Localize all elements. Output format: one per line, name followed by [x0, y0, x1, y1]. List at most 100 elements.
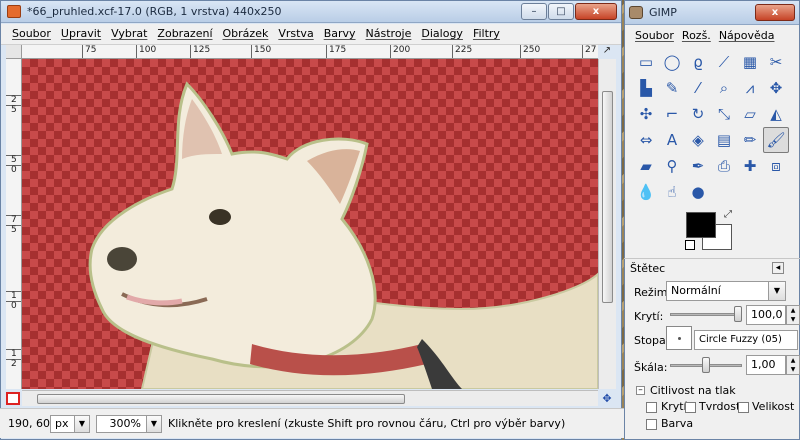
minimize-button[interactable]: –	[521, 3, 547, 20]
fuzzy-select-icon[interactable]: ⟋	[711, 49, 737, 75]
vertical-scrollbar[interactable]	[598, 59, 616, 389]
blend-icon[interactable]: ▤	[711, 127, 737, 153]
clone-icon[interactable]: ⎙	[711, 153, 737, 179]
menu-filtry[interactable]: Filtry	[468, 24, 505, 44]
pressure-color-checkbox[interactable]	[646, 419, 657, 430]
eraser-icon[interactable]: ▰	[633, 153, 659, 179]
menu-barvy[interactable]: Barvy	[319, 24, 361, 44]
ruler-corner[interactable]	[6, 45, 22, 59]
color-picker-icon[interactable]: ⁄	[685, 75, 711, 101]
move-icon[interactable]: ✥	[763, 75, 789, 101]
status-message: Klikněte pro kreslení (zkuste Shift pro …	[168, 417, 566, 430]
maximize-button[interactable]: □	[548, 3, 574, 20]
mode-select[interactable]: Normální ▼	[666, 281, 786, 301]
menu-obrazek[interactable]: Obrázek	[218, 24, 274, 44]
menu-soubor[interactable]: Soubor	[7, 24, 56, 44]
default-colors-icon[interactable]	[685, 240, 695, 250]
horizontal-ruler[interactable]: 75 100 125 150 175 200 225 250 27	[22, 45, 598, 59]
perspective-icon[interactable]: ◭	[763, 101, 789, 127]
horizontal-scroll-thumb[interactable]	[37, 394, 405, 404]
brush-preview[interactable]	[666, 326, 692, 350]
paths-icon[interactable]: ✎	[659, 75, 685, 101]
crop-icon[interactable]: ⌐	[659, 101, 685, 127]
pressure-opacity-label: Krytí	[661, 400, 687, 413]
zoom-icon[interactable]: ⌕	[711, 75, 737, 101]
pressure-hardness-checkbox[interactable]	[685, 402, 696, 413]
pressure-opacity-checkbox[interactable]	[646, 402, 657, 413]
shear-icon[interactable]: ▱	[737, 101, 763, 127]
opacity-slider-knob[interactable]	[734, 306, 742, 322]
smudge-icon[interactable]: ☝	[659, 179, 685, 205]
image-window-titlebar[interactable]: *66_pruhled.xcf-17.0 (RGB, 1 vrstva) 440…	[1, 1, 621, 23]
image-canvas[interactable]	[22, 59, 598, 389]
pressure-size-checkbox[interactable]	[738, 402, 749, 413]
toolbox-menu-soubor[interactable]: Soubor	[631, 26, 678, 46]
scale-slider-knob[interactable]	[702, 357, 710, 373]
toolbox-close-button[interactable]: x	[755, 4, 795, 21]
opacity-slider[interactable]	[670, 313, 742, 316]
menu-zobrazeni[interactable]: Zobrazení	[152, 24, 217, 44]
menu-vrstva[interactable]: Vrstva	[273, 24, 318, 44]
menu-nastroje[interactable]: Nástroje	[361, 24, 417, 44]
vertical-scroll-thumb[interactable]	[602, 91, 613, 303]
toolbox-menu-rozs[interactable]: Rozš.	[678, 26, 715, 46]
scale-spinner[interactable]: ▲ ▼	[786, 355, 800, 375]
pressure-color-label: Barva	[661, 417, 694, 430]
select-by-color-icon[interactable]: ▦	[737, 49, 763, 75]
paintbrush-icon[interactable]: 🖌	[763, 127, 789, 153]
flip-icon[interactable]: ⇔	[633, 127, 659, 153]
toolbox-titlebar[interactable]: GIMP x	[625, 1, 799, 25]
vertical-ruler[interactable]: 2 5 5 0 7 5 1 0 1 2	[6, 59, 22, 389]
ruler-tick: 1	[6, 349, 21, 359]
scale-icon[interactable]: ⤡	[711, 101, 737, 127]
navigate-move-icon[interactable]: ✥	[600, 392, 614, 406]
lasso-icon[interactable]: ϱ	[685, 49, 711, 75]
opacity-input[interactable]: 100,0	[746, 305, 786, 325]
quick-mask-toggle[interactable]	[6, 392, 20, 405]
heal-icon[interactable]: ✚	[737, 153, 763, 179]
menu-upravit[interactable]: Upravit	[56, 24, 106, 44]
pencil-icon[interactable]: ✏	[737, 127, 763, 153]
ruler-tick: 1	[6, 291, 21, 301]
horizontal-scrollbar[interactable]	[22, 390, 598, 406]
ruler-tick: 150	[251, 45, 271, 58]
swap-colors-icon[interactable]: ⤢	[724, 209, 732, 220]
gimp-wilber-icon	[629, 6, 643, 19]
dock-menu-icon[interactable]: ◂	[772, 262, 784, 274]
align-icon[interactable]: ✣	[633, 101, 659, 127]
foreground-select-icon[interactable]: ▙	[633, 75, 659, 101]
brush-dot-icon	[678, 337, 681, 340]
measure-icon[interactable]: ⩘	[737, 75, 763, 101]
brush-name-field[interactable]: Circle Fuzzy (05)	[694, 330, 798, 350]
menu-dialogy[interactable]: Dialogy	[416, 24, 468, 44]
scale-input[interactable]: 1,00	[746, 355, 786, 375]
scissors-icon[interactable]: ✂	[763, 49, 789, 75]
close-button[interactable]: x	[575, 3, 617, 20]
perspective-clone-icon[interactable]: ⧈	[763, 153, 789, 179]
rotate-icon[interactable]: ↻	[685, 101, 711, 127]
dodge-burn-icon[interactable]: ●	[685, 179, 711, 205]
opacity-label: Krytí:	[634, 310, 664, 323]
zoom-value: 300%	[109, 417, 141, 430]
ellipse-select-icon[interactable]: ◯	[659, 49, 685, 75]
ink-icon[interactable]: ✒	[685, 153, 711, 179]
zoom-select[interactable]: 300% ▼	[96, 415, 162, 433]
ruler-tick: 7	[6, 215, 21, 225]
bucket-fill-icon[interactable]: ◈	[685, 127, 711, 153]
expander-minus-icon[interactable]: –	[636, 386, 645, 395]
foreground-color-swatch[interactable]	[686, 212, 716, 238]
airbrush-icon[interactable]: ⚲	[659, 153, 685, 179]
image-window-title: *66_pruhled.xcf-17.0 (RGB, 1 vrstva) 440…	[27, 5, 282, 18]
opacity-spinner[interactable]: ▲ ▼	[786, 305, 800, 325]
text-icon[interactable]: A	[659, 127, 685, 153]
ruler-tick: 250	[520, 45, 540, 58]
menu-vybrat[interactable]: Vybrat	[106, 24, 152, 44]
navigation-arrow-icon[interactable]: ↗	[600, 45, 614, 59]
toolbox-menu-napoveda[interactable]: Nápověda	[715, 26, 779, 46]
scale-value: 1,00	[751, 358, 776, 371]
tool-options-title: Štětec	[630, 262, 666, 275]
ruler-tick: 5	[6, 225, 21, 235]
unit-select[interactable]: px ▼	[50, 415, 90, 433]
blur-icon[interactable]: 💧	[633, 179, 659, 205]
rect-select-icon[interactable]: ▭	[633, 49, 659, 75]
